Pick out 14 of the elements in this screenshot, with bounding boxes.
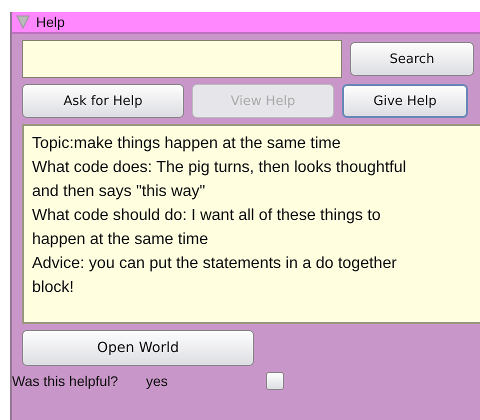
panel-header[interactable]: Help xyxy=(12,12,480,34)
help-text: What code does: The pig turns, then looks thoughtful and then says "this way" xyxy=(32,158,408,202)
help-text: Advice: you can put the statements in a do together block! xyxy=(32,254,398,298)
help-button[interactable]: Give Help xyxy=(342,84,468,118)
panel-title: Help xyxy=(36,14,65,30)
search-button[interactable]: Search xyxy=(350,42,474,76)
search-field[interactable] xyxy=(22,40,342,78)
feedback-question: Was this helpful? xyxy=(12,373,120,389)
help-text: Topic:make things happen at the same time xyxy=(32,134,342,154)
help-text: What code should do: I want all of these things to happen at the same time xyxy=(32,206,382,250)
open-world-button[interactable]: Open World xyxy=(22,330,254,366)
option-label: yes xyxy=(146,373,169,389)
help-button[interactable]: Ask for Help xyxy=(22,84,184,118)
yes-checkbox[interactable] xyxy=(266,372,284,390)
